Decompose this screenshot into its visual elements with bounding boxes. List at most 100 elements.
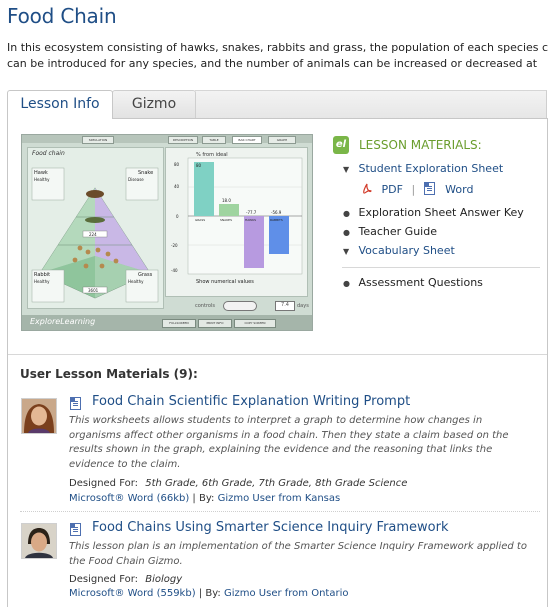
user-material-title[interactable]: Food Chain Scientific Explanation Writin… [92,394,410,409]
divider [342,267,540,268]
lesson-material-label: Teacher Guide [358,225,437,238]
hawk-label: Hawk [34,170,48,176]
bullet-icon: ● [343,279,350,288]
by-label: By: [205,588,221,599]
word-doc-icon [423,182,435,195]
word-doc-icon [70,523,81,536]
lesson-material-vocabulary[interactable]: ▼ Vocabulary Sheet [343,244,455,257]
lesson-material-student-sheet[interactable]: ▼ Student Exploration Sheet [343,162,503,175]
user-material-title[interactable]: Food Chains Using Smarter Science Inquir… [92,520,449,535]
file-info: Microsoft® Word (559kb) | By: Gizmo User… [69,588,348,599]
bar-category: GRASS [195,218,206,222]
lesson-material-label[interactable]: Vocabulary Sheet [359,244,455,257]
bar-value-label: -56.9 [271,210,282,215]
bar-value-label: 80 [196,163,202,168]
description-line: This lesson plan is an implementation of… [69,541,527,552]
bar-category: HAWKS [245,218,256,222]
gizmo-footer: ExploreLearning FULLSCREEN PRINT INFO CO… [22,315,312,330]
avatar[interactable] [21,523,57,559]
rabbit-label: Rabbit [34,272,51,278]
file-link[interactable]: Microsoft® Word (559kb) [69,588,196,599]
controls-label: controls [195,303,215,309]
tab-lesson-info[interactable]: Lesson Info [7,90,113,119]
pdf-icon [362,183,372,195]
description-line: organisms affect other organisms in a fo… [69,429,509,441]
snake-status: Disease [128,177,144,182]
rabbit-status: Healthy [34,279,50,284]
author-link[interactable]: Gizmo User from Ontario [224,588,349,599]
gizmo-bar-chart: % from ideal 80 18.0 -77.7 -56.9 80 40 0… [165,147,308,297]
expand-arrow-icon: ▼ [343,247,350,256]
bar-chart-svg [187,157,303,275]
gizmo-tab: SIMULATION [82,136,114,144]
explorelearning-logo: ExploreLearning [30,317,96,326]
file-separator: | [198,588,203,599]
author-link[interactable]: Gizmo User from Kansas [218,493,341,504]
user-materials-heading: User Lesson Materials (9): [20,367,198,381]
student-sheet-files: PDF | Word [362,182,473,196]
y-tick: 80 [174,162,180,167]
avatar[interactable] [21,398,57,434]
word-link[interactable]: Word [445,183,473,196]
y-tick: -40 [171,268,178,273]
designed-for-value: Biology [145,574,183,585]
bar-value-label: 18.0 [222,198,231,203]
file-separator: | [411,183,416,196]
intro-line: can be introduced for any species, and t… [7,57,538,70]
description-line: the Food Chain Gizmo. [69,555,183,567]
intro-text: In this ecosystem consisting of hawks, s… [7,40,551,72]
lesson-material-teacher-guide[interactable]: ● Teacher Guide [343,225,437,238]
population-count: 224 [89,232,97,237]
designed-for: Designed For: 5th Grade, 6th Grade, 7th … [69,478,407,489]
file-link[interactable]: Microsoft® Word (66kb) [69,493,189,504]
bullet-icon: ● [343,228,350,237]
bullet-icon: ● [343,209,350,218]
lesson-material-answer-key[interactable]: ● Exploration Sheet Answer Key [343,206,524,219]
gizmo-tab: BAR CHART [232,136,262,144]
expand-arrow-icon: ▼ [343,165,350,174]
gizmo-footer-button: FULLSCREEN [162,319,196,328]
gizmo-tab: GRAPH [268,136,296,144]
by-label: By: [198,493,215,504]
designed-for-value: 5th Grade, 6th Grade, 7th Grade, 8th Gra… [145,478,408,489]
user-material-description: This worksheets allows students to inter… [69,414,545,473]
y-tick: -20 [171,243,178,248]
section-divider [8,354,547,355]
description-line: evidence to the claim. [69,459,181,471]
bar-category: SNAKES [220,218,232,222]
gizmo-food-chain-view: Food chain Hawk Healthy Snake Disease Ra… [27,147,164,309]
lesson-info-panel: SIMULATION DESCRIPTION TABLE BAR CHART G… [7,118,548,607]
hawk-status: Healthy [34,177,50,182]
user-material-description: This lesson plan is an implementation of… [69,540,545,569]
lesson-materials-title: LESSON MATERIALS: [359,138,482,152]
lesson-material-label: Exploration Sheet Answer Key [358,206,524,219]
gizmo-controls: controls 7.4 days [165,299,309,313]
gizmo-tab: DESCRIPTION [168,136,198,144]
el-badge-icon: el [333,136,349,154]
intro-line: In this ecosystem consisting of hawks, s… [7,41,549,54]
lesson-material-label[interactable]: Student Exploration Sheet [359,162,504,175]
bar-value-label: -77.7 [246,210,257,215]
word-doc-icon [70,397,81,410]
designed-for-label: Designed For: [69,478,139,489]
description-line: results shown in the graph, explaining t… [69,444,493,456]
chart-title: % from ideal [196,152,228,158]
tab-gizmo[interactable]: Gizmo [112,90,196,118]
file-info: Microsoft® Word (66kb) | By: Gizmo User … [69,493,340,504]
gizmo-preview[interactable]: SIMULATION DESCRIPTION TABLE BAR CHART G… [21,134,313,331]
days-label: days [297,303,309,309]
lesson-material-assessment[interactable]: ● Assessment Questions [343,276,483,289]
population-count: 3601 [88,288,99,293]
description-line: This worksheets allows students to inter… [69,415,483,426]
grass-label: Grass [138,272,153,278]
gizmo-tab: TABLE [202,136,226,144]
grass-status: Healthy [128,279,144,284]
file-separator: | [192,493,196,504]
playback-controls [223,301,257,311]
tab-bar [195,90,547,119]
gizmo-footer-button: PRINT INFO [198,319,232,328]
item-divider [20,511,540,512]
y-tick: 0 [176,214,179,219]
page-title: Food Chain [7,4,117,28]
pdf-link[interactable]: PDF [382,183,403,196]
